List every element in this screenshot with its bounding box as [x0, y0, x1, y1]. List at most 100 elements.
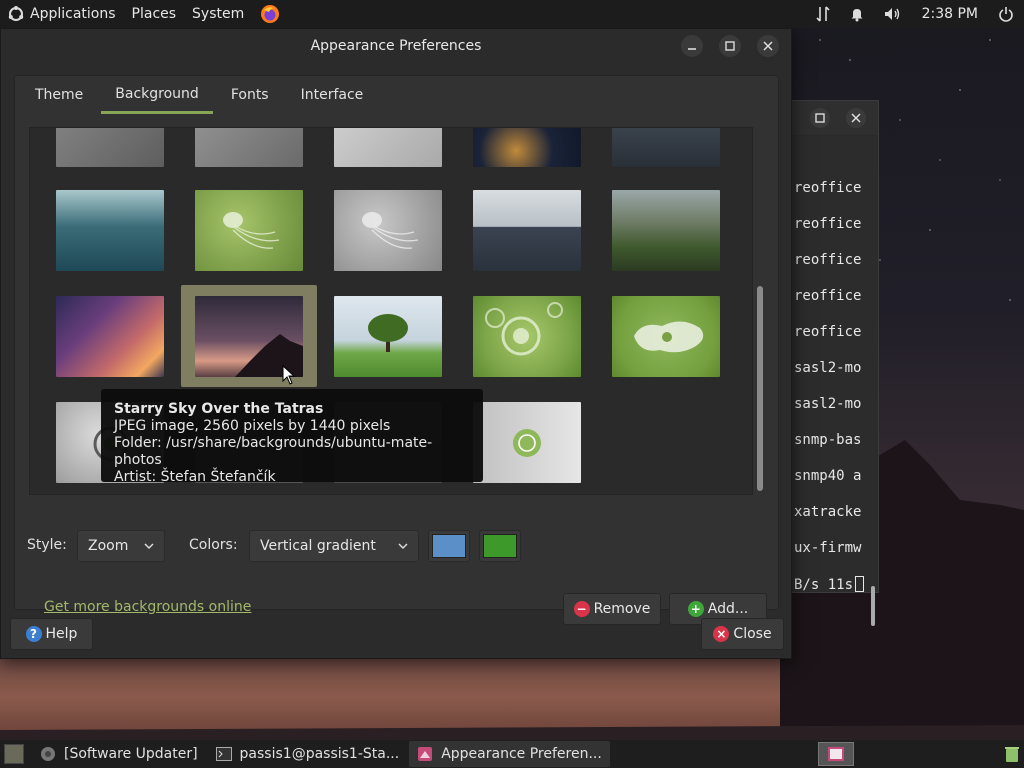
volume-icon: [884, 8, 899, 20]
primary-color-button[interactable]: [428, 530, 470, 562]
terminal-line: xatracke: [794, 504, 862, 520]
applications-menu-label: Applications: [30, 6, 116, 22]
wallpaper-thumbnail[interactable]: [195, 128, 303, 167]
taskbar-item-software-updater[interactable]: [Software Updater]: [32, 741, 206, 767]
terminal-close-button[interactable]: [846, 108, 866, 128]
window-titlebar[interactable]: Appearance Preferences: [1, 29, 791, 63]
wallpaper-thumbnail[interactable]: [334, 128, 442, 167]
taskbar-item-label: [Software Updater]: [64, 746, 198, 762]
maximize-button[interactable]: [719, 35, 741, 57]
bottom-panel: [Software Updater] passis1@passis1-Sta..…: [0, 740, 1024, 768]
colors-combobox[interactable]: Vertical gradient: [249, 530, 419, 562]
help-icon: ?: [25, 626, 42, 642]
ubuntu-circles-icon: [485, 302, 563, 356]
add-button-label: Add...: [707, 601, 749, 617]
notification-indicator[interactable]: [840, 0, 874, 28]
wallpaper-tooltip: Starry Sky Over the Tatras JPEG image, 2…: [101, 389, 483, 485]
wallpaper-thumbnail[interactable]: [473, 190, 581, 271]
power-menu[interactable]: [988, 0, 1024, 28]
help-button-label: Help: [45, 626, 78, 642]
taskbar-item-label: passis1@passis1-Sta...: [239, 746, 400, 762]
terminal-maximize-button[interactable]: [810, 108, 830, 128]
tab-background[interactable]: Background: [101, 76, 213, 114]
remove-button[interactable]: − Remove: [563, 593, 661, 625]
maximize-icon: [725, 41, 735, 51]
close-button[interactable]: × Close: [701, 618, 784, 650]
trash-icon[interactable]: [1004, 745, 1020, 763]
tab-fonts[interactable]: Fonts: [217, 76, 283, 114]
colors-label: Colors:: [189, 537, 238, 553]
terminal-last-line: B/s 11s: [794, 576, 865, 593]
volume-indicator[interactable]: [874, 0, 912, 28]
tab-interface[interactable]: Interface: [287, 76, 378, 114]
firefox-launcher[interactable]: [252, 0, 288, 28]
tab-theme[interactable]: Theme: [21, 76, 97, 114]
workspace-switcher[interactable]: [818, 742, 854, 766]
mouse-pointer-icon: [282, 365, 296, 385]
close-window-button[interactable]: [757, 35, 779, 57]
chevron-down-icon: [144, 543, 154, 550]
tooltip-title: Starry Sky Over the Tatras: [114, 401, 324, 417]
style-combobox[interactable]: Zoom: [77, 530, 165, 562]
wallpaper-thumbnail[interactable]: [612, 296, 720, 377]
close-button-label: Close: [733, 626, 772, 642]
wallpaper-thumbnail[interactable]: [334, 296, 442, 377]
network-indicator[interactable]: [806, 0, 840, 28]
close-icon: [763, 41, 773, 51]
wallpaper-thumbnail[interactable]: [195, 190, 303, 271]
close-icon: [851, 113, 861, 123]
terminal-line: sasl2-mo: [794, 396, 862, 412]
terminal-line: reoffice: [794, 324, 862, 340]
terminal-scrollbar[interactable]: [871, 586, 875, 626]
wallpaper-thumbnail[interactable]: [473, 128, 581, 167]
power-icon: [999, 7, 1013, 22]
taskbar-item-appearance-preferences[interactable]: Appearance Preferen...: [409, 741, 610, 767]
terminal-icon: [215, 747, 232, 761]
wallpaper-thumbnail[interactable]: [612, 128, 720, 167]
applications-menu[interactable]: Applications: [0, 0, 124, 28]
terminal-line: reoffice: [794, 252, 862, 268]
selected-wallpaper-frame[interactable]: [181, 285, 317, 387]
wallpaper-thumbnail[interactable]: [473, 296, 581, 377]
appearance-icon: [418, 747, 433, 761]
window-title: Appearance Preferences: [310, 38, 482, 54]
help-button[interactable]: ? Help: [10, 618, 93, 650]
show-desktop-button[interactable]: [4, 744, 24, 764]
terminal-line: ux-firmw: [794, 540, 862, 556]
terminal-window[interactable]: reoffice reoffice reoffice reoffice reof…: [780, 100, 879, 626]
places-menu[interactable]: Places: [124, 0, 185, 28]
remove-icon: −: [573, 601, 590, 617]
tooltip-folder: Folder: /usr/share/backgrounds/ubuntu-ma…: [114, 435, 433, 468]
jellyfish-icon: [362, 212, 419, 249]
system-menu[interactable]: System: [184, 0, 252, 28]
wallpaper-thumbnail[interactable]: [56, 190, 164, 271]
ubuntu-logo-icon: [513, 429, 541, 457]
terminal-output[interactable]: reoffice reoffice reoffice reoffice reof…: [781, 136, 878, 626]
wallpaper-thumbnail[interactable]: [56, 296, 164, 377]
wallpaper-thumbnail[interactable]: [334, 190, 442, 271]
wallpaper-thumbnail[interactable]: [473, 402, 581, 483]
tooltip-artist: Artist: Štefan Štefančík: [114, 469, 276, 485]
workspace-thumbnail-icon: [828, 747, 844, 761]
gallery-scrollbar[interactable]: [757, 286, 763, 491]
system-menu-label: System: [192, 6, 245, 22]
terminal-line: snmp-bas: [794, 432, 862, 448]
secondary-color-swatch: [483, 534, 517, 558]
clock[interactable]: 2:38 PM: [912, 0, 988, 28]
notification-bell-icon: [851, 9, 863, 22]
get-more-backgrounds-link[interactable]: Get more backgrounds online: [44, 599, 251, 615]
preferences-notebook: Theme Background Fonts Interface Style: …: [14, 75, 779, 625]
paint-splash-icon: [634, 321, 704, 353]
chevron-down-icon: [398, 543, 408, 550]
ubuntu-mate-logo-icon: [8, 6, 24, 21]
terminal-line: sasl2-mo: [794, 360, 862, 376]
terminal-line: reoffice: [794, 216, 862, 232]
places-menu-label: Places: [131, 6, 177, 22]
taskbar-item-terminal[interactable]: passis1@passis1-Sta...: [208, 741, 408, 767]
minimize-button[interactable]: [681, 35, 703, 57]
style-label: Style:: [27, 537, 67, 553]
wallpaper-thumbnail[interactable]: [612, 190, 720, 271]
jellyfish-icon: [223, 212, 280, 249]
secondary-color-button[interactable]: [479, 530, 521, 562]
wallpaper-thumbnail[interactable]: [56, 128, 164, 167]
